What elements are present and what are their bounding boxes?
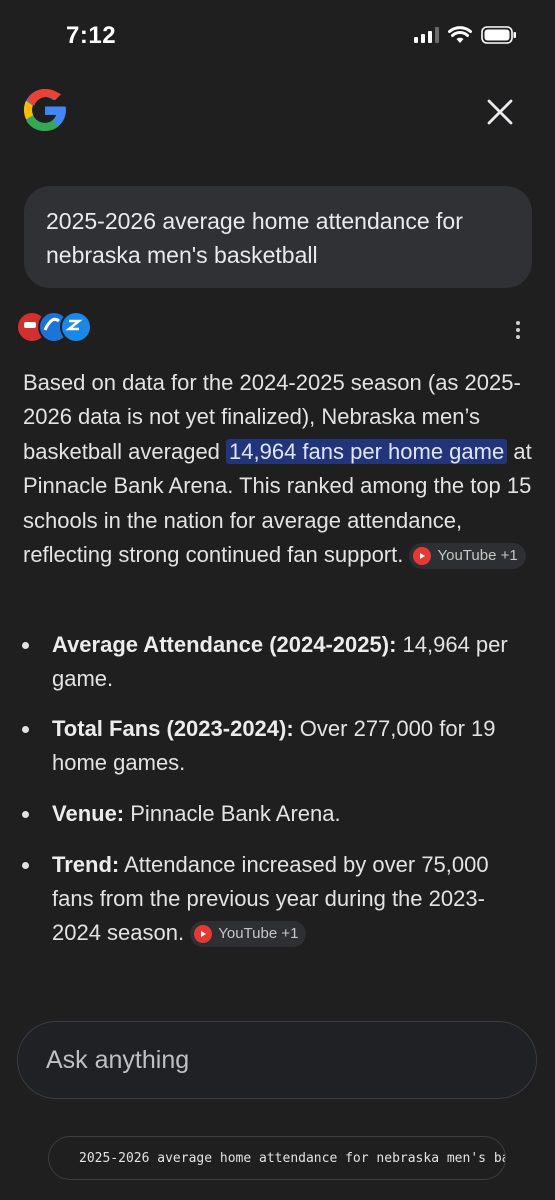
query-bubble: 2025-2026 average home attendance for ne… [24,186,532,288]
source-chip-youtube[interactable]: YouTube +1 [409,543,526,570]
bullet-label: Venue: [52,801,125,826]
bullet-dot [22,811,29,818]
youtube-icon [194,925,213,944]
list-item: Average Attendance (2024-2025): 14,964 p… [22,628,532,696]
list-item: Venue: Pinnacle Bank Arena. [22,797,532,831]
ask-input[interactable]: Ask anything [17,1021,537,1099]
source-chip-label: YouTube +1 [437,547,518,565]
status-time: 7:12 [66,22,117,49]
source-favicons[interactable] [16,311,96,343]
bullet-label: Average Attendance (2024-2025): [52,632,397,657]
more-vert-icon[interactable] [506,316,530,344]
youtube-icon [413,547,432,566]
source-chip-youtube[interactable]: YouTube +1 [190,921,307,948]
close-icon [487,99,513,125]
ai-answer-paragraph: Based on data for the 2024-2025 season (… [23,366,535,572]
status-icons [414,26,517,44]
google-g-icon [24,89,66,131]
battery-icon [481,26,516,44]
bullet-text: Pinnacle Bank Arena. [124,801,341,826]
bullet-dot [22,862,29,869]
status-bar: 7:12 [0,0,555,75]
source-chip-label: YouTube +1 [218,925,299,943]
search-suggestion-pill[interactable]: 2025-2026 average home attendance for ne… [48,1136,506,1180]
suggestion-text: 2025-2026 average home attendance for ne… [79,1150,505,1166]
bullet-label: Trend: [52,852,120,877]
bullet-dot [22,726,29,733]
bullet-label: Total Fans (2023-2024): [52,716,294,741]
ask-input-placeholder: Ask anything [46,1045,190,1074]
answer-highlight: 14,964 fans per home game [226,438,508,464]
cellular-signal-icon [414,27,439,43]
wifi-icon [448,26,472,43]
close-button[interactable] [482,94,518,130]
list-item: Total Fans (2023-2024): Over 277,000 for… [22,712,532,780]
bullet-dot [22,642,29,649]
source-icon-3 [60,311,92,343]
list-item: Trend: Attendance increased by over 75,0… [22,848,532,950]
